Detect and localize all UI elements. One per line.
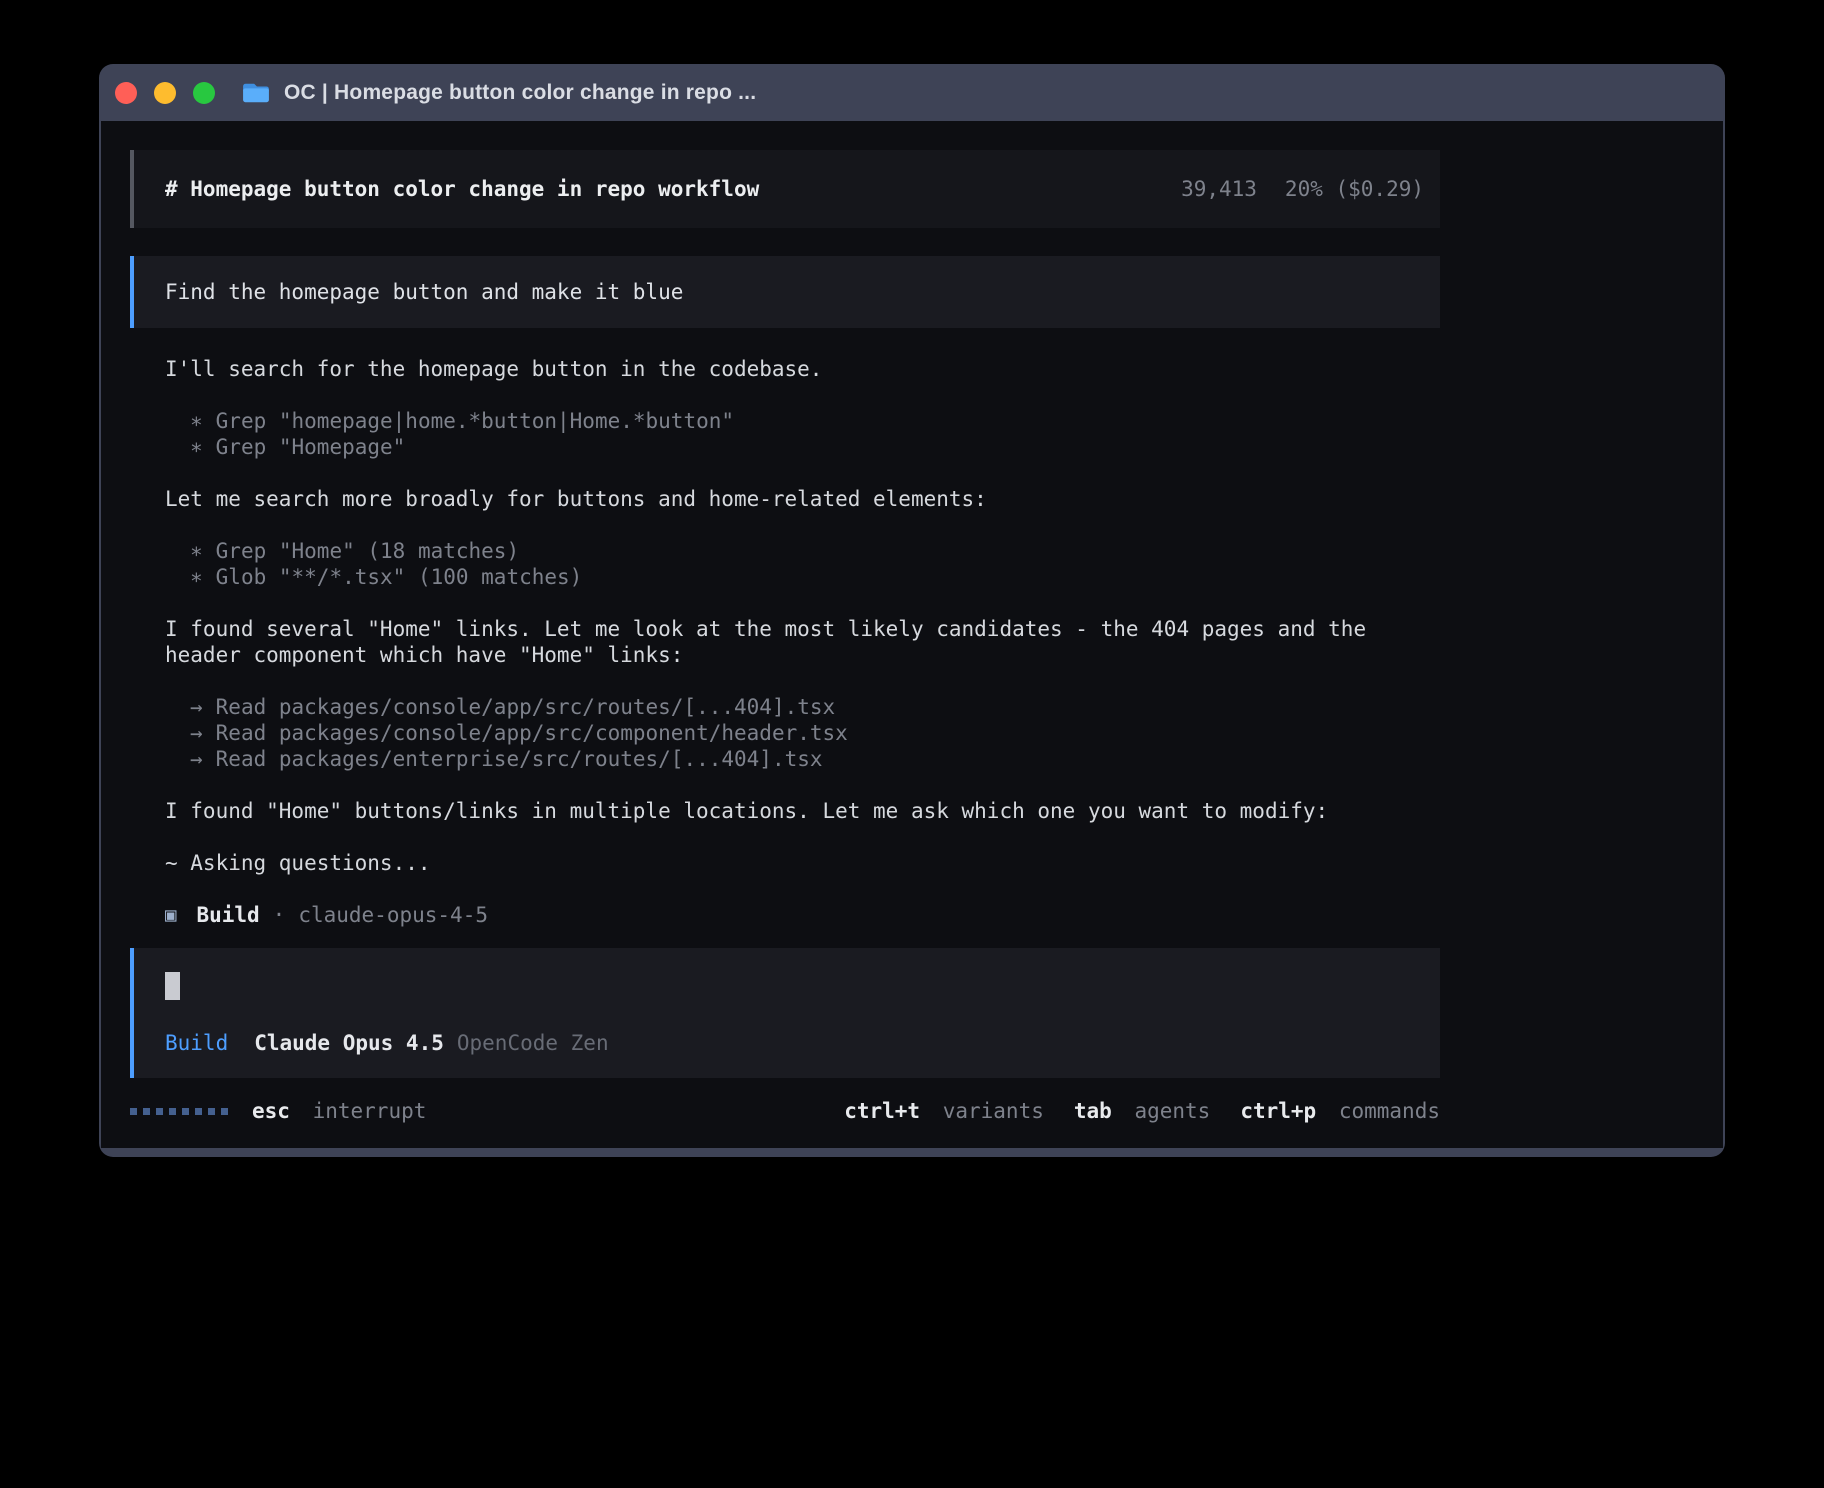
working-status: ~ Asking questions... <box>165 850 1440 876</box>
variants-key: ctrl+t <box>844 1099 920 1123</box>
commands-key: ctrl+p <box>1240 1099 1316 1123</box>
tool-pending-icon: ∗ <box>190 434 203 460</box>
tool-call-label: Grep "Homepage" <box>216 434 406 460</box>
agent-separator: · <box>273 902 286 928</box>
agent-name: Build <box>196 902 259 928</box>
terminal-window: OC | Homepage button color change in rep… <box>99 64 1725 1157</box>
prompt-input[interactable]: Build Claude Opus 4.5 OpenCode Zen <box>130 948 1440 1078</box>
terminal-content: # Homepage button color change in repo w… <box>101 121 1723 1148</box>
tool-call: ∗ Grep "Home" (18 matches) <box>190 538 1440 564</box>
read-arrow-icon: → <box>190 720 203 746</box>
tool-call: ∗ Grep "homepage|home.*button|Home.*butt… <box>190 408 1440 434</box>
agent-mode-label[interactable]: Build <box>165 1030 228 1056</box>
tool-call-group: ∗ Grep "homepage|home.*button|Home.*butt… <box>190 408 1440 460</box>
tool-call-group: ∗ Grep "Home" (18 matches) ∗ Glob "**/*.… <box>190 538 1440 590</box>
interrupt-label: interrupt <box>313 1099 427 1123</box>
assistant-text: I found several "Home" links. Let me loo… <box>165 616 1440 668</box>
model-label: Claude Opus 4.5 <box>254 1030 444 1056</box>
agents-label: agents <box>1134 1099 1210 1123</box>
session-title: # Homepage button color change in repo w… <box>165 176 759 202</box>
window-title: OC | Homepage button color change in rep… <box>284 81 756 105</box>
tool-call-label: Read packages/console/app/src/routes/[..… <box>216 694 836 720</box>
read-arrow-icon: → <box>190 694 203 720</box>
tool-call: ∗ Grep "Homepage" <box>190 434 1440 460</box>
input-meta-row: Build Claude Opus 4.5 OpenCode Zen <box>165 1030 1440 1056</box>
tool-call-label: Glob "**/*.tsx" (100 matches) <box>216 564 583 590</box>
variants-label: variants <box>943 1099 1044 1123</box>
text-cursor <box>165 972 180 1000</box>
agent-status-icon: ▣ <box>165 902 176 928</box>
status-left: esc interrupt <box>130 1098 426 1124</box>
tool-call: → Read packages/console/app/src/componen… <box>190 720 1440 746</box>
agent-model: claude-opus-4-5 <box>298 902 488 928</box>
commands-hint: ctrl+p commands <box>1240 1098 1440 1124</box>
interrupt-key: esc <box>252 1099 290 1123</box>
session-stats: 39,413 20% ($0.29) <box>1181 176 1424 202</box>
progress-dots <box>130 1108 228 1115</box>
interrupt-hint: esc interrupt <box>252 1098 426 1124</box>
status-right: ctrl+t variants tab agents ctrl+p comman… <box>844 1098 1440 1124</box>
variants-hint: ctrl+t variants <box>844 1098 1044 1124</box>
tool-call-group: → Read packages/console/app/src/routes/[… <box>190 694 1440 772</box>
context-usage: 20% ($0.29) <box>1285 176 1424 202</box>
close-button[interactable] <box>115 82 137 104</box>
user-message: Find the homepage button and make it blu… <box>130 256 1440 328</box>
assistant-text: Let me search more broadly for buttons a… <box>165 486 1440 512</box>
tool-call-label: Read packages/enterprise/src/routes/[...… <box>216 746 823 772</box>
assistant-text: I'll search for the homepage button in t… <box>165 356 1440 382</box>
provider-label: OpenCode Zen <box>457 1030 609 1056</box>
minimize-button[interactable] <box>154 82 176 104</box>
tool-call: ∗ Glob "**/*.tsx" (100 matches) <box>190 564 1440 590</box>
tool-pending-icon: ∗ <box>190 408 203 434</box>
token-count: 39,413 <box>1181 176 1257 202</box>
agent-badge: ▣ Build · claude-opus-4-5 <box>165 902 1440 928</box>
tool-call-label: Grep "Home" (18 matches) <box>216 538 519 564</box>
titlebar-title-group: OC | Homepage button color change in rep… <box>241 81 756 105</box>
status-bar: esc interrupt ctrl+t variants tab agents… <box>130 1098 1440 1124</box>
tool-call: → Read packages/console/app/src/routes/[… <box>190 694 1440 720</box>
window-titlebar[interactable]: OC | Homepage button color change in rep… <box>99 64 1725 121</box>
agents-key: tab <box>1074 1099 1112 1123</box>
tool-call-label: Read packages/console/app/src/component/… <box>216 720 848 746</box>
commands-label: commands <box>1339 1099 1440 1123</box>
assistant-response: I'll search for the homepage button in t… <box>165 356 1440 928</box>
read-arrow-icon: → <box>190 746 203 772</box>
tool-call: → Read packages/enterprise/src/routes/[.… <box>190 746 1440 772</box>
tool-pending-icon: ∗ <box>190 538 203 564</box>
zoom-button[interactable] <box>193 82 215 104</box>
agents-hint: tab agents <box>1074 1098 1210 1124</box>
session-header: # Homepage button color change in repo w… <box>130 150 1440 228</box>
folder-icon <box>241 81 271 105</box>
assistant-text: I found "Home" buttons/links in multiple… <box>165 798 1440 824</box>
user-message-text: Find the homepage button and make it blu… <box>165 279 683 305</box>
window-controls <box>115 82 215 104</box>
tool-call-label: Grep "homepage|home.*button|Home.*button… <box>216 408 734 434</box>
tool-pending-icon: ∗ <box>190 564 203 590</box>
